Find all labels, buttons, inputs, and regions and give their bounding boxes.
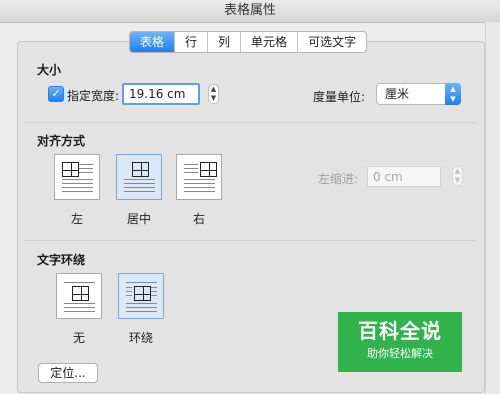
table-wrap-around-icon [134,286,151,301]
tab-bar: 表格 行 列 单元格 可选文字 [129,31,368,53]
tab-table[interactable]: 表格 [130,32,176,52]
watermark-sub-text: 助你轻松解决 [367,347,433,360]
window-title: 表格属性 [0,0,500,23]
align-center-caption: 居中 [126,212,151,226]
divider [24,240,476,241]
tab-row[interactable]: 行 [175,32,209,52]
divider [24,122,476,123]
align-left-option[interactable] [54,154,100,200]
wrapping-section-title: 文字环绕 [37,253,86,267]
unit-select[interactable]: 厘米 ▲ ▼ [376,83,461,105]
watermark-logo: 百科全说 助你轻松解决 [338,312,462,372]
unit-select-value: 厘米 [385,87,410,101]
align-right-option[interactable] [176,154,222,200]
left-indent-label: 左缩进: [318,172,359,186]
align-center-option[interactable] [116,154,162,200]
table-align-center-icon [132,162,149,177]
wrap-none-caption: 无 [72,331,85,345]
table-align-left-icon [62,162,79,177]
wrap-around-option[interactable] [118,273,164,319]
tab-cell[interactable]: 单元格 [241,32,299,52]
wrap-around-caption: 环绕 [128,331,153,345]
position-button[interactable]: 定位... [38,363,98,383]
unit-label: 度量单位: [313,90,366,104]
window-edge [485,22,500,394]
width-stepper[interactable]: ▲ ▼ [208,84,219,104]
left-indent-stepper[interactable]: ▲ ▼ [452,166,463,186]
tab-column[interactable]: 列 [208,32,242,52]
specify-width-checkbox[interactable]: ✓ [48,86,64,102]
chevron-updown-icon: ▲ ▼ [445,83,461,105]
align-right-caption: 右 [192,212,205,226]
tab-alt-text[interactable]: 可选文字 [298,32,366,52]
alignment-section-title: 对齐方式 [37,134,86,148]
watermark-main-text: 百科全说 [358,319,442,343]
align-left-caption: 左 [70,212,83,226]
width-input[interactable]: 19.16 cm [122,83,200,105]
size-section-title: 大小 [37,63,62,77]
specify-width-label: 指定宽度: [67,89,120,103]
wrap-none-option[interactable] [56,273,102,319]
left-indent-input[interactable]: 0 cm [367,166,441,187]
table-align-right-icon [200,162,217,177]
table-no-wrap-icon [72,286,89,301]
